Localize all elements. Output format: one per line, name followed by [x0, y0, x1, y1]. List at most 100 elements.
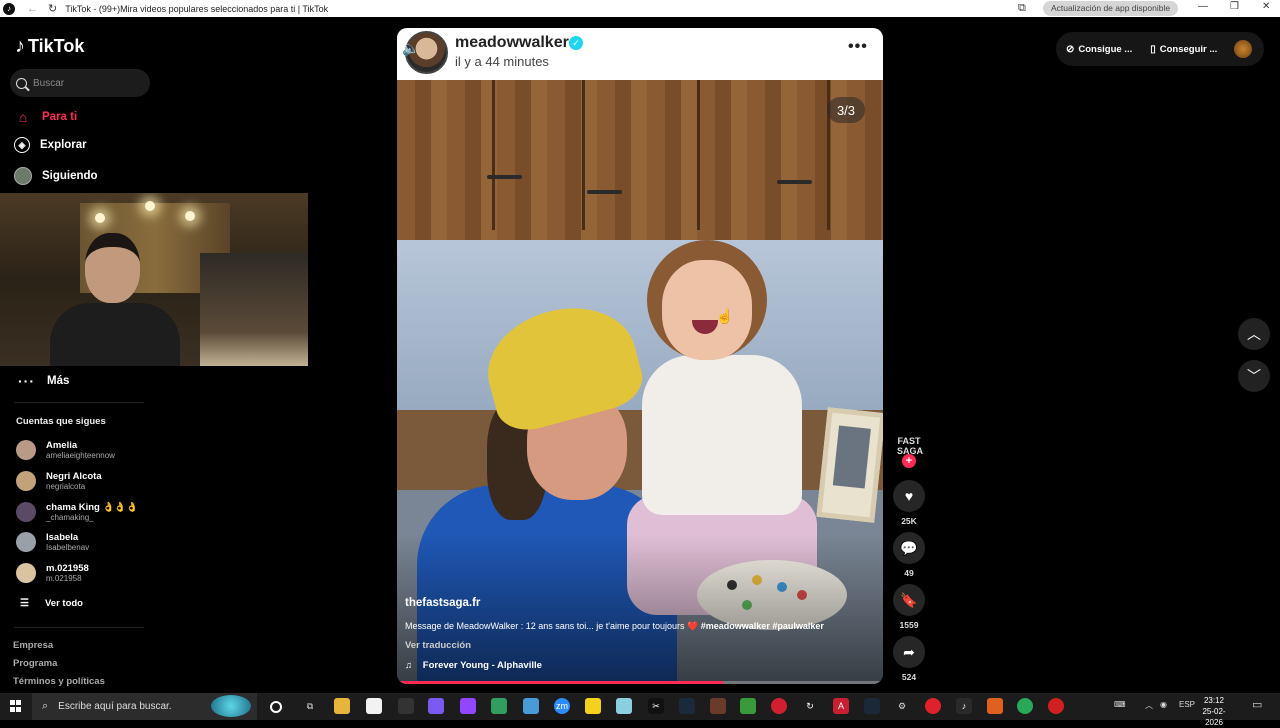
following-title: Cuentas que sigues	[16, 416, 106, 427]
extensions-icon[interactable]: ⧉	[1018, 2, 1026, 15]
minimize-icon[interactable]: —	[1198, 1, 1208, 12]
get-app-button[interactable]: ▯ Conseguir ...	[1150, 44, 1217, 55]
previous-video-button[interactable]: ︿	[1238, 318, 1270, 350]
windows-start-icon[interactable]	[10, 700, 22, 712]
like-button[interactable]: ♥	[893, 480, 925, 512]
account-name: Negri Alcota	[46, 471, 102, 482]
reload-icon[interactable]: ↻	[48, 2, 57, 15]
maximize-icon[interactable]: ❐	[1230, 1, 1239, 12]
chrome-icon[interactable]	[1017, 698, 1033, 714]
comment-button[interactable]: 💬	[893, 532, 925, 564]
app-icon[interactable]	[987, 698, 1003, 714]
task-view-icon[interactable]: ⧉	[302, 698, 318, 714]
share-button[interactable]: ➦	[893, 636, 925, 668]
post-photo[interactable]	[397, 80, 883, 684]
copilot-icon[interactable]	[428, 698, 444, 714]
tiktok-logo[interactable]: ♪ TikTok	[15, 35, 84, 58]
app-icon[interactable]	[491, 698, 507, 714]
notifications-icon[interactable]: ▭	[1252, 698, 1262, 711]
nav-for-you[interactable]: ⌂ Para ti	[14, 108, 77, 126]
heart-icon: ♥	[904, 488, 914, 504]
video-card[interactable]: 🔈 meadowwalker ✓ il y a 44 minutes ••• 3…	[397, 28, 883, 684]
progress-bar[interactable]	[397, 681, 883, 684]
keyboard-icon[interactable]: ⌨	[1114, 700, 1126, 709]
notepad-icon[interactable]	[366, 698, 382, 714]
app-icon[interactable]	[771, 698, 787, 714]
account-item[interactable]: Negri Alcota negrialcota	[16, 471, 102, 491]
nav-explore[interactable]: ◈ Explorar	[14, 137, 87, 153]
avatar	[16, 440, 36, 460]
caption-username[interactable]: thefastsaga.fr	[405, 597, 480, 609]
nav-following[interactable]: Siguiendo	[14, 167, 98, 185]
account-item[interactable]: chama King 👌👌👌 _chamaking_	[16, 502, 138, 522]
nav-label: Explorar	[40, 139, 87, 151]
get-coins-label: Consigue ...	[1078, 43, 1133, 55]
footer-link-company[interactable]: Empresa	[13, 640, 53, 651]
steam-icon[interactable]	[864, 698, 880, 714]
account-item[interactable]: Isabela Isabelbenav	[16, 532, 89, 552]
profile-avatar[interactable]	[1234, 40, 1252, 58]
see-all-button[interactable]: ☰ Ver todo	[20, 598, 83, 609]
search-input[interactable]: Buscar	[33, 78, 64, 89]
tiktok-taskbar-icon[interactable]: ♪	[956, 698, 972, 714]
twitch-icon[interactable]	[460, 698, 476, 714]
file-explorer-icon[interactable]	[334, 698, 350, 714]
share-count: 524	[901, 672, 917, 682]
translate-link[interactable]: Ver traducción	[405, 640, 471, 651]
account-name: Isabela	[46, 532, 79, 543]
tiktok-note-icon: ♪	[15, 35, 25, 57]
footer-link-terms[interactable]: Términos y políticas	[13, 676, 105, 687]
more-options-icon[interactable]: •••	[848, 38, 868, 56]
app-icon[interactable]: A	[833, 698, 849, 714]
save-button[interactable]: 🔖	[893, 584, 925, 616]
author-username[interactable]: meadowwalker	[455, 34, 569, 52]
settings-icon[interactable]: ⚙	[894, 698, 910, 714]
list-icon: ☰	[20, 598, 29, 609]
app-icon[interactable]	[710, 698, 726, 714]
app-icon[interactable]: ↻	[802, 698, 818, 714]
caption-hashtags[interactable]: #meadowwalker #paulwalker	[701, 621, 824, 631]
coins-icon: ⊘	[1066, 43, 1075, 55]
account-item[interactable]: m.021958 m.021958	[16, 563, 89, 583]
app-icon[interactable]	[523, 698, 539, 714]
music-title: Forever Young - Alphaville	[422, 660, 542, 671]
update-badge[interactable]: Actualización de app disponible	[1043, 1, 1179, 16]
zoom-icon[interactable]: zm	[554, 698, 570, 714]
post-header: 🔈 meadowwalker ✓ il y a 44 minutes •••	[397, 28, 883, 80]
opera-icon[interactable]	[925, 698, 941, 714]
close-icon[interactable]: ✕	[1262, 1, 1270, 12]
divider	[14, 402, 144, 403]
app-icon[interactable]	[616, 698, 632, 714]
tray-expand-icon[interactable]: ︿	[1145, 700, 1153, 711]
get-coins-button[interactable]: ⊘ Consigue ...	[1066, 44, 1132, 55]
taskbar-search[interactable]: ⌕ Escribe aquí para buscar.	[32, 693, 257, 720]
app-icon[interactable]	[1048, 698, 1064, 714]
avatar	[16, 563, 36, 583]
search-box[interactable]: Buscar	[10, 69, 150, 97]
account-name: Amelia	[46, 440, 78, 451]
footer-link-program[interactable]: Programa	[13, 658, 57, 669]
minecraft-icon[interactable]	[740, 698, 756, 714]
chevron-up-icon: ︿	[1247, 326, 1261, 342]
language-indicator[interactable]: ESP	[1179, 700, 1195, 709]
cortana-icon[interactable]	[270, 701, 282, 713]
back-icon[interactable]: ←	[27, 3, 38, 15]
avatar	[16, 502, 36, 522]
app-icon[interactable]	[679, 698, 695, 714]
capcut-icon[interactable]: ✂	[648, 698, 664, 714]
next-video-button[interactable]: ﹀	[1238, 360, 1270, 392]
more-button[interactable]: ··· Más	[18, 373, 69, 389]
share-icon: ➦	[903, 643, 915, 660]
speaker-icon[interactable]: 🔈	[402, 40, 419, 57]
creator-avatar[interactable]: FAST SAGA	[897, 436, 923, 456]
sticky-notes-icon[interactable]	[585, 698, 601, 714]
app-icon[interactable]	[398, 698, 414, 714]
music-link[interactable]: ♫ Forever Young - Alphaville	[405, 660, 542, 671]
network-icon[interactable]: ◉	[1160, 700, 1167, 709]
comment-icon: 💬	[900, 539, 918, 556]
hand-cursor-icon: ☝	[716, 308, 734, 324]
account-item[interactable]: Amelia ameliaeighteennow	[16, 440, 115, 460]
clock[interactable]: 23:12 25-02-2026	[1196, 695, 1232, 728]
follow-plus-icon[interactable]: +	[902, 454, 916, 468]
like-count: 25K	[901, 516, 917, 526]
